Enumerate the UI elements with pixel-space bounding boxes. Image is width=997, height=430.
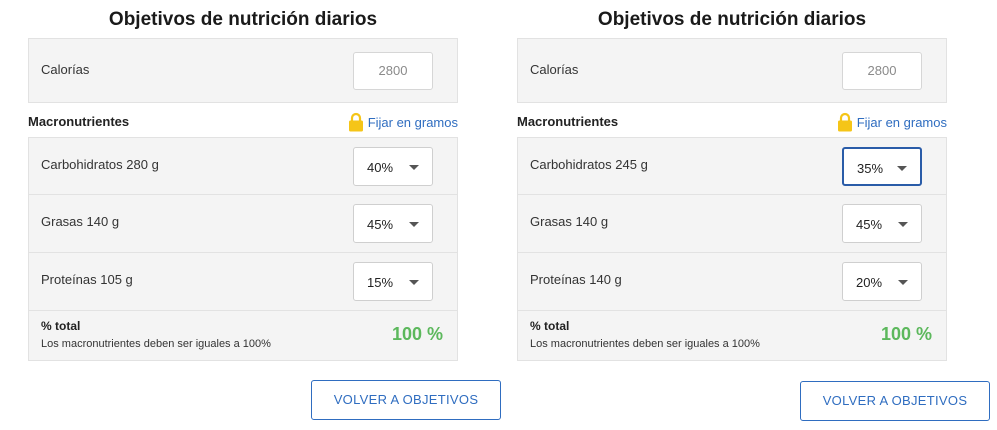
macro-label: Carbohidratos 280 g <box>41 157 159 172</box>
nutrition-goals-panel-right: Objetivos de nutrición diarios Calorías … <box>517 0 990 421</box>
macronutrients-header: Macronutrientes Fijar en gramos <box>517 103 947 137</box>
macronutrients-title: Macronutrientes <box>517 114 619 129</box>
total-row: % total Los macronutrientes deben ser ig… <box>28 311 458 361</box>
nutrition-goals-panel-left: Objetivos de nutrición diarios Calorías … <box>28 0 501 420</box>
chevron-down-icon <box>409 222 419 227</box>
percent-select[interactable]: 15% <box>353 262 433 301</box>
macro-label: Proteínas 105 g <box>41 272 133 287</box>
back-to-goals-button[interactable]: VOLVER A OBJETIVOS <box>311 380 501 420</box>
back-to-goals-button[interactable]: VOLVER A OBJETIVOS <box>800 381 990 421</box>
total-title: % total <box>530 319 570 333</box>
macro-label: Carbohidratos 245 g <box>530 157 648 172</box>
lock-icon <box>837 112 852 132</box>
lock-grams-link[interactable]: Fijar en gramos <box>837 112 947 132</box>
total-value: 100 % <box>391 324 443 344</box>
lock-icon <box>348 112 363 132</box>
macro-label: Grasas 140 g <box>530 214 609 229</box>
macronutrients-title: Macronutrientes <box>28 114 130 129</box>
chevron-down-icon <box>409 165 419 170</box>
calories-input[interactable]: 2800 <box>842 52 922 90</box>
calories-row: Calorías 2800 <box>28 38 458 103</box>
total-row: % total Los macronutrientes deben ser ig… <box>517 311 947 361</box>
percent-value: 35% <box>857 161 884 176</box>
page-title: Objetivos de nutrición diarios <box>597 9 867 30</box>
percent-select[interactable]: 35% <box>842 147 922 186</box>
percent-select[interactable]: 20% <box>842 262 922 301</box>
calories-input[interactable]: 2800 <box>353 52 433 90</box>
chevron-down-icon <box>409 280 419 285</box>
percent-select[interactable]: 45% <box>842 204 922 243</box>
lock-grams-link[interactable]: Fijar en gramos <box>348 112 458 132</box>
percent-value: 45% <box>856 217 883 232</box>
calories-row: Calorías 2800 <box>517 38 947 103</box>
macro-row-carbs: Carbohidratos 245 g 35% <box>517 137 947 195</box>
total-note: Los macronutrientes deben ser iguales a … <box>41 338 271 350</box>
percent-value: 40% <box>367 160 394 175</box>
chevron-down-icon <box>898 280 908 285</box>
macro-row-fat: Grasas 140 g 45% <box>517 195 947 253</box>
macro-row-protein: Proteínas 140 g 20% <box>517 253 947 311</box>
percent-select[interactable]: 40% <box>353 147 433 186</box>
macro-row-carbs: Carbohidratos 280 g 40% <box>28 137 458 195</box>
total-title: % total <box>41 319 81 333</box>
chevron-down-icon <box>897 166 907 171</box>
percent-value: 20% <box>856 275 883 290</box>
calories-label: Calorías <box>41 62 90 77</box>
percent-value: 45% <box>367 217 394 232</box>
calories-label: Calorías <box>530 62 579 77</box>
macro-row-protein: Proteínas 105 g 15% <box>28 253 458 311</box>
lock-grams-label: Fijar en gramos <box>856 114 947 130</box>
lock-grams-label: Fijar en gramos <box>367 114 458 130</box>
page-title: Objetivos de nutrición diarios <box>108 9 378 30</box>
percent-select[interactable]: 45% <box>353 204 433 243</box>
percent-value: 15% <box>367 275 394 290</box>
total-value: 100 % <box>880 324 932 344</box>
macro-label: Grasas 140 g <box>41 214 120 229</box>
total-note: Los macronutrientes deben ser iguales a … <box>530 338 760 350</box>
macronutrients-header: Macronutrientes Fijar en gramos <box>28 103 458 137</box>
macro-label: Proteínas 140 g <box>530 272 622 287</box>
chevron-down-icon <box>898 222 908 227</box>
macro-row-fat: Grasas 140 g 45% <box>28 195 458 253</box>
